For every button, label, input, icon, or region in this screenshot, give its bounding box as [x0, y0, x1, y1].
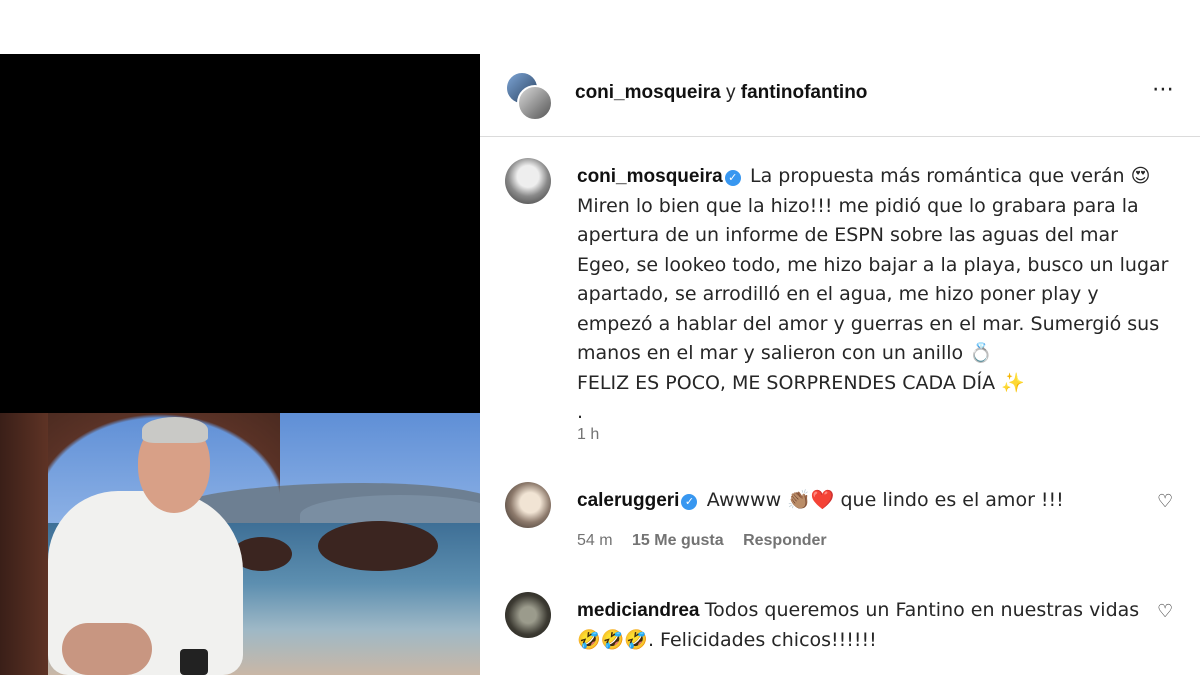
- comment-text: Awwww 👏🏽❤️ que lindo es el amor !!!: [706, 489, 1064, 511]
- post-media[interactable]: [0, 54, 480, 675]
- username-link[interactable]: coni_mosqueira: [575, 82, 721, 103]
- comment-text-block: mediciandrea Todos queremos un Fantino e…: [577, 596, 1147, 655]
- comment-meta: 54 m 15 Me gusta Responder: [577, 532, 842, 550]
- joiner-text: y: [726, 82, 736, 103]
- video-player[interactable]: [0, 413, 480, 675]
- avatar[interactable]: [505, 482, 551, 528]
- avatar[interactable]: [505, 158, 551, 204]
- avatar[interactable]: [505, 592, 551, 638]
- username-link[interactable]: fantinofantino: [741, 82, 868, 103]
- like-comment-heart-icon[interactable]: ♡: [1157, 492, 1175, 510]
- comment-time[interactable]: 54 m: [577, 532, 613, 549]
- verified-badge-icon: ✓: [681, 494, 698, 510]
- avatar[interactable]: [517, 85, 553, 121]
- comment-likes[interactable]: 15 Me gusta: [632, 532, 724, 549]
- reply-button[interactable]: Responder: [743, 532, 827, 549]
- post-timestamp[interactable]: 1 h: [577, 426, 599, 444]
- verified-badge-icon: ✓: [724, 170, 741, 186]
- video-scene-rock: [318, 521, 438, 571]
- caption-text: La propuesta más romántica que verán 😍 M…: [577, 165, 1169, 423]
- collaborators-line: coni_mosqueira y fantinofantino: [575, 82, 867, 104]
- top-blank-area: [0, 0, 1200, 54]
- post-details-panel: coni_mosqueira y fantinofantino ⋯ coni_m…: [480, 54, 1200, 675]
- like-comment-heart-icon[interactable]: ♡: [1157, 602, 1175, 620]
- caption-text-block: coni_mosqueira ✓ La propuesta más románti…: [577, 162, 1177, 428]
- caption-username[interactable]: coni_mosqueira: [577, 166, 723, 187]
- more-options-icon[interactable]: ⋯: [1152, 76, 1175, 102]
- comment-username[interactable]: caleruggeri: [577, 490, 679, 511]
- post-header: coni_mosqueira y fantinofantino ⋯: [480, 54, 1200, 137]
- collab-avatars[interactable]: [505, 71, 553, 121]
- video-person-arm: [62, 623, 152, 675]
- video-person-hair: [142, 417, 208, 443]
- video-person-phone: [180, 649, 208, 675]
- comment-text-block: caleruggeri ✓ Awwww 👏🏽❤️ que lindo es el …: [577, 486, 1147, 516]
- comment-username[interactable]: mediciandrea: [577, 600, 700, 621]
